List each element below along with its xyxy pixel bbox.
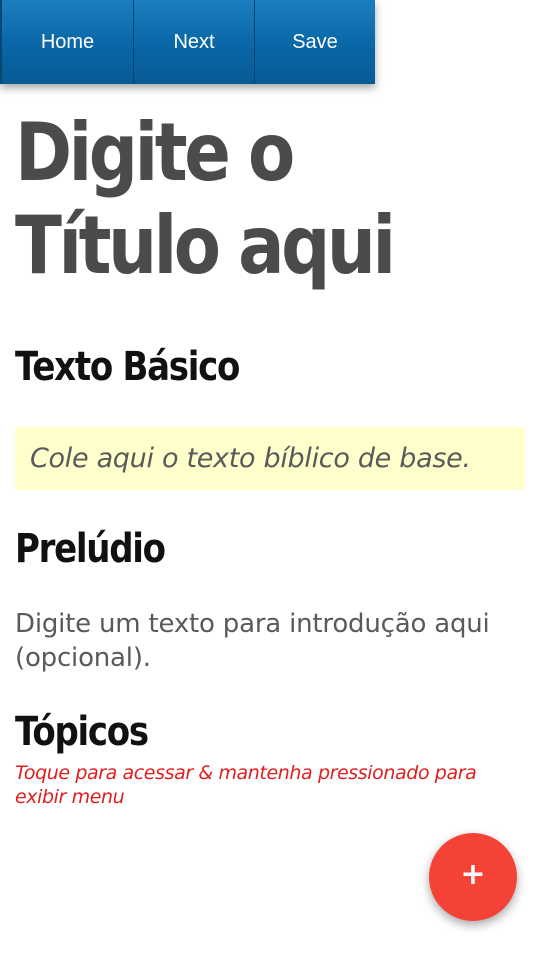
title-field[interactable]: Digite o Título aqui — [15, 106, 454, 292]
save-button[interactable]: Save — [255, 0, 375, 84]
sermon-editor-page: Home Next Save Digite o Título aqui Text… — [0, 0, 540, 960]
base-text-field[interactable]: Cole aqui o texto bíblico de base. — [15, 427, 525, 490]
add-topic-button[interactable]: + — [429, 833, 517, 921]
intro-text-field[interactable]: Digite um texto para introdução aqui (op… — [15, 607, 525, 675]
plus-icon: + — [460, 856, 486, 892]
topics-hint: Toque para acessar & mantenha pressionad… — [15, 762, 477, 808]
top-toolbar: Home Next Save — [0, 0, 375, 84]
next-button[interactable]: Next — [134, 0, 255, 84]
heading-topicos: Tópicos — [15, 709, 149, 755]
home-button[interactable]: Home — [0, 0, 134, 84]
heading-texto-basico: Texto Básico — [15, 344, 240, 390]
heading-preludio: Prelúdio — [15, 526, 166, 572]
